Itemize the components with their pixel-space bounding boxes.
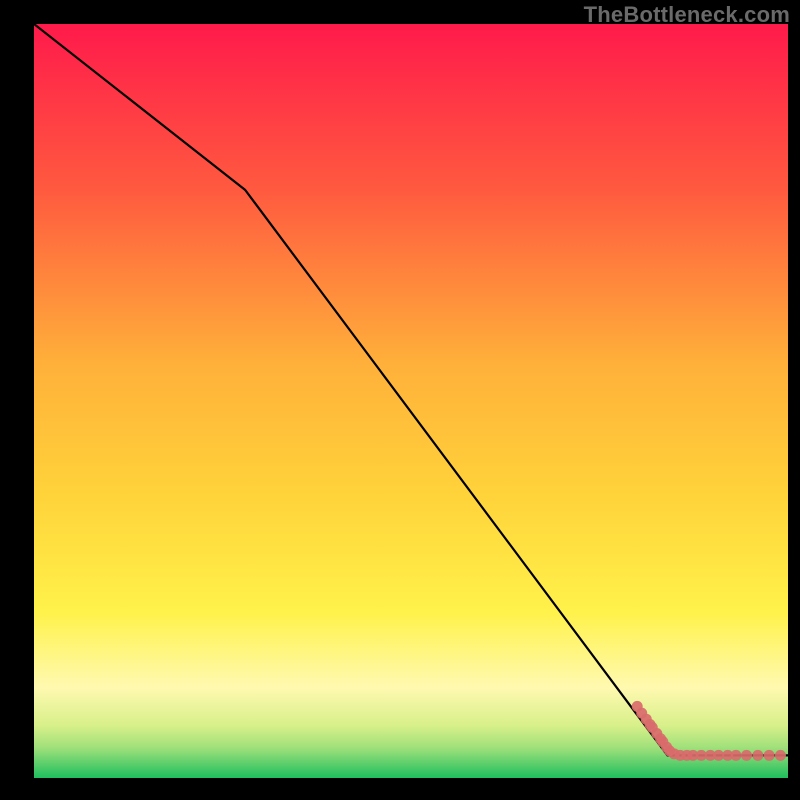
plot-area xyxy=(34,24,788,778)
chart-frame: TheBottleneck.com xyxy=(0,0,800,800)
gradient-bg xyxy=(34,24,788,778)
data-point xyxy=(741,750,752,761)
watermark-text: TheBottleneck.com xyxy=(584,2,790,28)
data-point xyxy=(752,750,763,761)
chart-svg xyxy=(34,24,788,778)
data-point xyxy=(730,750,741,761)
data-point xyxy=(764,750,775,761)
data-point xyxy=(775,750,786,761)
